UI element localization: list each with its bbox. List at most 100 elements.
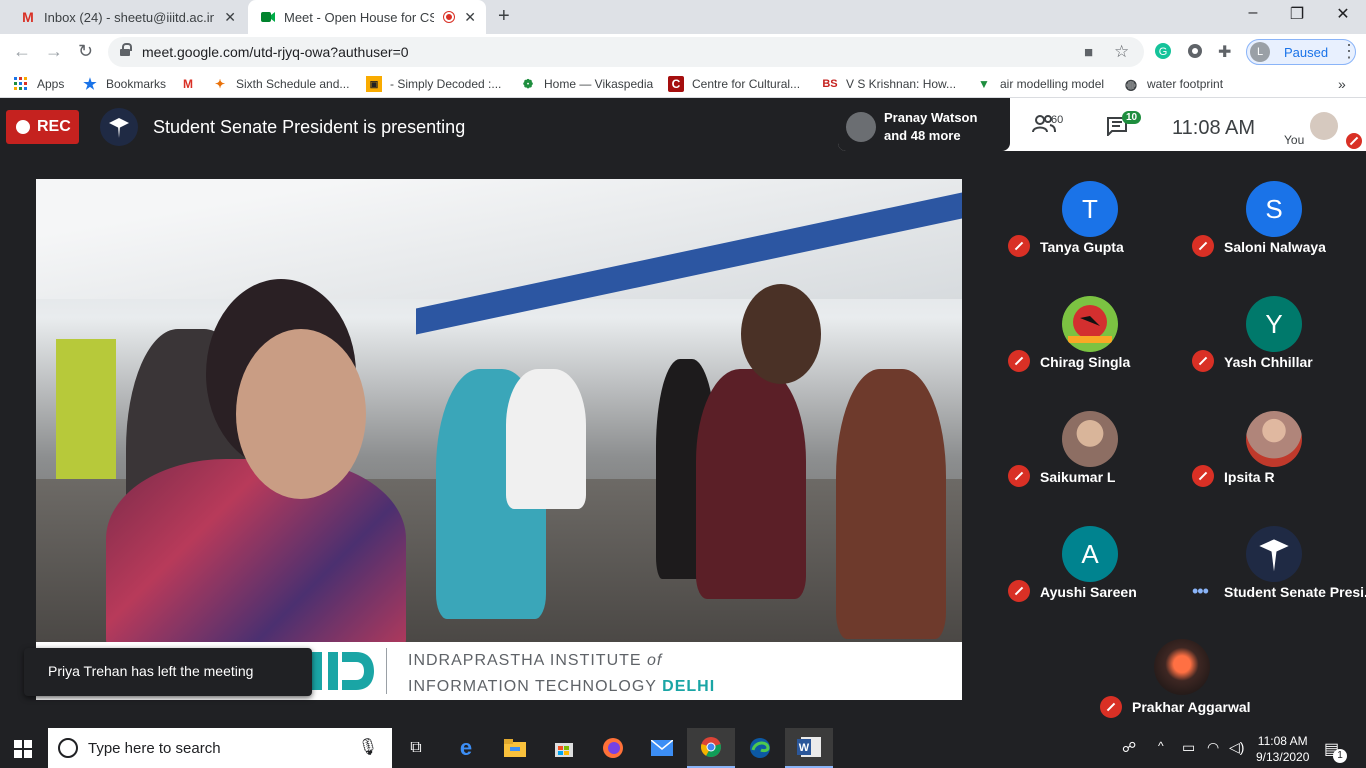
participant-name: Saloni Nalwaya — [1224, 239, 1326, 255]
kawasaki-logo-icon — [1062, 296, 1118, 352]
avatar — [846, 112, 876, 142]
banner-line-2: INFORMATION TECHNOLOGY DELHI — [408, 678, 715, 696]
url-text: meet.google.com/utd-rjyq-owa?authuser=0 — [142, 44, 409, 60]
restore-button[interactable]: ❐ — [1274, 4, 1320, 24]
participant-tile[interactable]: Y Yash Chhillar — [1182, 269, 1366, 384]
meet-icon — [260, 9, 276, 25]
edge-legacy-icon[interactable]: e — [442, 728, 490, 768]
grammarly-icon[interactable]: G — [1155, 43, 1171, 63]
bookmark-vs-krishnan[interactable]: BS V S Krishnan: How... — [822, 76, 956, 92]
extensions-puzzle-icon[interactable]: ✚ — [1218, 42, 1231, 62]
profile-status: Paused — [1284, 44, 1329, 60]
firefox-icon[interactable] — [589, 728, 637, 768]
word-icon[interactable]: W — [785, 728, 833, 768]
windows-start-icon[interactable] — [14, 740, 32, 758]
bookmark-apps[interactable]: Apps — [13, 76, 64, 92]
mail-icon[interactable] — [638, 728, 686, 768]
close-tab-icon[interactable]: ✕ — [464, 9, 476, 26]
bookmark-sixth-schedule[interactable]: ✦ Sixth Schedule and... — [212, 76, 349, 92]
people-tray-icon[interactable]: ☍ — [1122, 739, 1136, 756]
camera-icon[interactable]: ■ — [1084, 44, 1093, 61]
lock-icon — [120, 43, 132, 56]
participant-summary-name: Pranay Watson — [884, 110, 978, 125]
globe-icon: ◍ — [1124, 75, 1138, 92]
rec-indicator[interactable]: REC — [6, 110, 79, 144]
svg-text:G: G — [1159, 46, 1168, 58]
bookmark-star-icon[interactable]: ☆ — [1114, 42, 1129, 62]
forward-button[interactable]: → — [45, 41, 63, 62]
participant-tile[interactable]: T Tanya Gupta — [998, 154, 1182, 269]
sd-icon: ▣ — [366, 76, 382, 92]
banner-line-2-em: DELHI — [662, 678, 716, 695]
chrome-icon[interactable] — [687, 728, 735, 768]
bookmark-vikaspedia[interactable]: ❁ Home — Vikaspedia — [520, 76, 653, 92]
tab-gmail[interactable]: M Inbox (24) - sheetu@iiitd.ac.in - IIIT… — [8, 0, 246, 34]
new-tab-button[interactable]: + — [498, 5, 510, 28]
bookmark-label: Sixth Schedule and... — [236, 77, 350, 91]
bookmarks-overflow-button[interactable]: » — [1338, 76, 1346, 92]
search-placeholder: Type here to search — [88, 740, 221, 757]
participant-tile[interactable]: Chirag Singla — [998, 269, 1182, 384]
bookmark-water-footprint[interactable]: ◍ water footprint — [1123, 76, 1223, 92]
speaking-indicator-icon: ••• — [1192, 581, 1209, 601]
tab-meet[interactable]: Meet - Open House for CSSS ✕ — [248, 0, 486, 34]
participant-tile[interactable]: A Ayushi Sareen — [998, 499, 1182, 614]
extension-icon[interactable] — [1187, 43, 1203, 63]
banner-divider — [386, 648, 387, 694]
address-bar[interactable]: meet.google.com/utd-rjyq-owa?authuser=0 … — [108, 37, 1144, 67]
file-explorer-icon[interactable] — [491, 728, 539, 768]
presenter-avatar — [100, 108, 138, 146]
menu-icon[interactable]: ⋮ — [1340, 41, 1358, 62]
mic-off-icon — [1346, 133, 1362, 149]
tab-title: Meet - Open House for CSSS — [284, 9, 434, 25]
windows-taskbar: Type here to search 🎙︎ ⧉ e W ☍ ^ ▭ ◠ ◁) … — [0, 728, 1366, 768]
participant-name: Prakhar Aggarwal — [1132, 699, 1251, 715]
participant-tile[interactable]: Saikumar L — [998, 384, 1182, 499]
mic-off-icon — [1008, 235, 1030, 257]
recording-indicator-icon — [444, 12, 454, 22]
participant-tile[interactable]: S Saloni Nalwaya — [1182, 154, 1366, 269]
iiitd-logo-icon — [312, 652, 374, 690]
minimize-button[interactable]: – — [1230, 4, 1276, 22]
participant-tile[interactable]: ••• Student Senate Presi... — [1182, 499, 1366, 614]
graduation-pen-icon — [1259, 539, 1289, 572]
participant-name: Ipsita R — [1224, 469, 1275, 485]
close-window-button[interactable]: ✕ — [1320, 4, 1366, 24]
close-tab-icon[interactable]: ✕ — [224, 9, 236, 26]
apps-grid-icon — [13, 76, 29, 92]
avatar — [1246, 526, 1302, 582]
show-hidden-icons[interactable]: ^ — [1158, 739, 1164, 753]
scene-person — [106, 459, 406, 642]
mic-off-icon — [1008, 580, 1030, 602]
reload-button[interactable]: ↻ — [78, 41, 93, 62]
avatar: S — [1246, 181, 1302, 237]
cortana-icon — [58, 738, 78, 758]
participant-tile[interactable]: Ipsita R — [1182, 384, 1366, 499]
taskbar-search-box[interactable]: Type here to search 🎙︎ — [48, 728, 392, 768]
back-button[interactable]: ← — [13, 41, 31, 62]
store-icon[interactable] — [540, 728, 588, 768]
self-avatar[interactable] — [1310, 112, 1338, 140]
bookmark-simply-decoded[interactable]: ▣ - Simply Decoded :... — [366, 76, 501, 92]
bookmark-label: Bookmarks — [106, 77, 167, 91]
edge-icon[interactable] — [736, 728, 784, 768]
taskbar-clock[interactable]: 11:08 AM 9/13/2020 — [1256, 733, 1309, 765]
participant-tile[interactable]: Prakhar Aggarwal — [1090, 612, 1274, 727]
ccrt-icon: C — [668, 76, 684, 92]
battery-icon[interactable]: ▭ — [1182, 739, 1195, 756]
task-view-icon[interactable]: ⧉ — [392, 728, 440, 768]
bookmark-ccrt[interactable]: C Centre for Cultural... — [668, 76, 800, 92]
microphone-icon[interactable]: 🎙︎ — [358, 737, 378, 757]
mic-off-icon — [1100, 696, 1122, 718]
participant-grid: T Tanya Gupta S Saloni Nalwaya Chirag Si… — [998, 154, 1366, 612]
bookmark-label: Apps — [37, 77, 65, 91]
bookmark-gmail[interactable]: M — [180, 76, 204, 92]
scene-head — [741, 284, 821, 384]
bookmark-bookmarks[interactable]: ★ Bookmarks — [82, 76, 167, 93]
bookmark-air-modelling[interactable]: ▼ air modelling model — [976, 76, 1104, 92]
rec-dot-icon — [16, 120, 30, 134]
other-participants-chip[interactable]: Pranay Watson and 48 more — [838, 98, 1010, 151]
wifi-icon[interactable]: ◠ — [1207, 739, 1219, 756]
volume-icon[interactable]: ◁) — [1229, 739, 1244, 756]
bookmark-label: air modelling model — [1000, 77, 1105, 91]
